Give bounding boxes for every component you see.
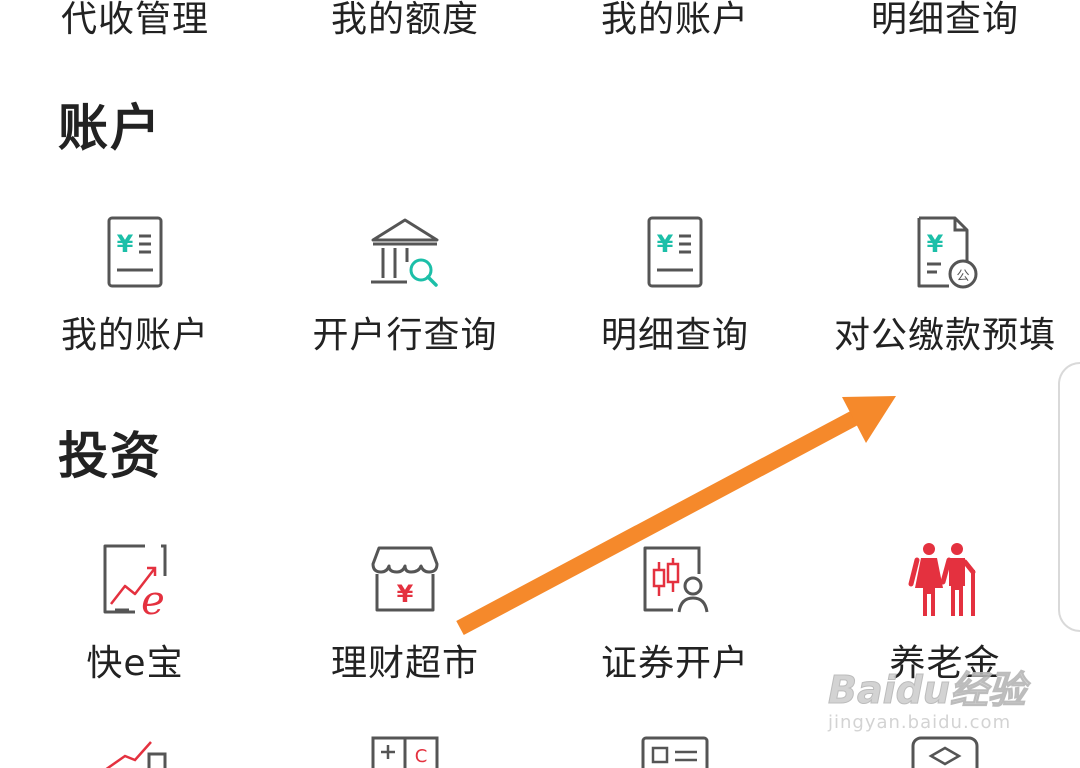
watermark-logo: Baidu经验 (828, 668, 1027, 713)
menu-item-my-account-top[interactable]: 我的账户 (540, 0, 810, 42)
trend-chart-e-icon: e (103, 544, 167, 620)
menu-item-bank-branch-query[interactable]: 开户行查询 (270, 212, 540, 358)
menu-item-label: 我的账户 (60, 315, 209, 356)
floating-side-tab[interactable] (1058, 362, 1080, 632)
bank-search-icon (371, 218, 439, 287)
bill-document-icon: ¥ (647, 216, 703, 288)
menu-item-my-account[interactable]: ¥ 我的账户 (0, 212, 270, 358)
public-payment-document-icon: ¥ 公 (917, 216, 978, 289)
section-title-account: 账户 (58, 99, 162, 157)
bill-document-icon: ¥ (107, 216, 163, 288)
menu-item-pension[interactable]: 养老金 (810, 540, 1080, 686)
menu-item-collection-management[interactable]: 代收管理 (0, 0, 270, 42)
menu-item-label: 明细查询 (870, 0, 1019, 40)
svg-text:¥: ¥ (927, 230, 944, 258)
svg-text:¥: ¥ (117, 230, 134, 258)
svg-text:e: e (141, 578, 165, 620)
stock-account-icon (643, 546, 709, 613)
svg-text:C: C (415, 746, 428, 767)
menu-item-public-payment-prefill[interactable]: ¥ 公 对公缴款预填 (810, 212, 1080, 358)
svg-text:¥: ¥ (397, 580, 414, 608)
partial-card-icon[interactable] (635, 734, 715, 768)
section-title-investment: 投资 (58, 427, 162, 485)
menu-item-label: 证券开户 (600, 643, 749, 684)
elderly-couple-icon (908, 543, 976, 616)
shop-yuan-icon: ¥ (371, 546, 439, 612)
menu-item-label: 我的账户 (600, 0, 749, 40)
menu-item-label: 理财超市 (330, 643, 479, 684)
menu-item-label: 开户行查询 (312, 315, 498, 356)
menu-item-label: 对公缴款预填 (833, 315, 1056, 356)
menu-item-detail-query-top[interactable]: 明细查询 (810, 0, 1080, 42)
svg-text:公: 公 (956, 269, 969, 284)
menu-item-securities-account[interactable]: 证券开户 (540, 540, 810, 686)
partial-chart-icon[interactable] (95, 736, 175, 768)
app-menu-page: 代收管理 我的额度 我的账户 明细查询 账户 ¥ 我的账户 开户行查询 ¥ 明细… (0, 0, 1080, 768)
svg-text:¥: ¥ (657, 230, 674, 258)
watermark-url: jingyan.baidu.com (828, 712, 1012, 733)
menu-item-label: 代收管理 (60, 0, 209, 40)
menu-item-label: 明细查询 (600, 315, 749, 356)
partial-calculator-icon[interactable]: C (365, 732, 445, 768)
menu-item-label: 快e宝 (86, 643, 184, 684)
menu-item-wealth-supermarket[interactable]: ¥ 理财超市 (270, 540, 540, 686)
menu-item-detail-query[interactable]: ¥ 明细查询 (540, 212, 810, 358)
menu-item-label: 我的额度 (330, 0, 479, 40)
menu-item-my-quota[interactable]: 我的额度 (270, 0, 540, 42)
baidu-jingyan-watermark: Baidu经验 jingyan.baidu.com (828, 668, 1038, 752)
menu-item-kuai-e-bao[interactable]: e 快e宝 (0, 540, 270, 686)
